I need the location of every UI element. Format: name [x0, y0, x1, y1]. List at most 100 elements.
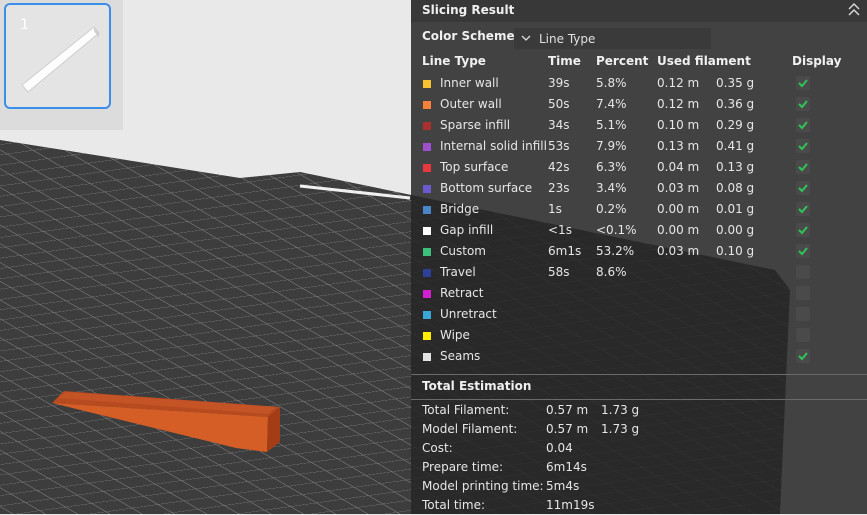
filament-length: 0.10 m: [657, 118, 700, 132]
filament-weight: 0.29 g: [716, 118, 755, 132]
divider: [411, 399, 867, 400]
percent-value: <0.1%: [596, 223, 637, 237]
display-checkbox[interactable]: [796, 349, 810, 363]
color-swatch: [423, 248, 431, 256]
display-checkbox[interactable]: [796, 265, 810, 279]
filament-length: 0.12 m: [657, 76, 700, 90]
checkmark-icon: [798, 100, 808, 109]
line-type-row[interactable]: Retract: [411, 283, 867, 304]
filament-length: 0.03 m: [657, 181, 700, 195]
color-swatch: [423, 332, 431, 340]
plate-thumbnail-model-icon: [21, 26, 100, 93]
line-type-row[interactable]: Wipe: [411, 325, 867, 346]
display-checkbox[interactable]: [796, 97, 810, 111]
checkmark-icon: [798, 247, 808, 256]
line-type-row[interactable]: Seams: [411, 346, 867, 367]
color-swatch: [423, 227, 431, 235]
line-type-name: Gap infill: [440, 223, 494, 237]
display-checkbox[interactable]: [796, 160, 810, 174]
color-scheme-select[interactable]: Line Type: [514, 28, 711, 49]
time-value: 58s: [548, 265, 570, 279]
color-swatch: [423, 269, 431, 277]
line-type-row[interactable]: Bottom surface 23s 3.4% 0.03 m 0.08 g: [411, 178, 867, 199]
estimation-extra: 1.73 g: [601, 403, 640, 417]
display-checkbox[interactable]: [796, 307, 810, 321]
checkmark-icon: [798, 352, 808, 361]
percent-value: 6.3%: [596, 160, 627, 174]
time-value: 34s: [548, 118, 570, 132]
filament-length: 0.13 m: [657, 139, 700, 153]
line-type-row[interactable]: Top surface 42s 6.3% 0.04 m 0.13 g: [411, 157, 867, 178]
color-swatch: [423, 353, 431, 361]
filament-weight: 0.01 g: [716, 202, 755, 216]
plate-thumbnail[interactable]: 1: [4, 3, 111, 109]
display-checkbox[interactable]: [796, 118, 810, 132]
estimation-label: Total Filament:: [422, 403, 510, 417]
display-checkbox[interactable]: [796, 223, 810, 237]
column-header-time: Time: [548, 54, 581, 68]
line-type-name: Outer wall: [440, 97, 502, 111]
time-value: 42s: [548, 160, 570, 174]
line-type-name: Retract: [440, 286, 484, 300]
time-value: <1s: [548, 223, 572, 237]
filament-weight: 0.36 g: [716, 97, 755, 111]
filament-weight: 0.35 g: [716, 76, 755, 90]
line-type-row[interactable]: Internal solid infill 53s 7.9% 0.13 m 0.41 g: [411, 136, 867, 157]
display-checkbox[interactable]: [796, 286, 810, 300]
color-swatch: [423, 143, 431, 151]
line-type-row[interactable]: Bridge 1s 0.2% 0.00 m 0.01 g: [411, 199, 867, 220]
display-checkbox[interactable]: [796, 328, 810, 342]
checkmark-icon: [798, 142, 808, 151]
estimation-row: Model printing time: 5m4s: [411, 477, 867, 496]
line-type-row[interactable]: Travel 58s 8.6%: [411, 262, 867, 283]
line-type-name: Internal solid infill: [440, 139, 547, 153]
filament-weight: 0.10 g: [716, 244, 755, 258]
line-type-name: Wipe: [440, 328, 470, 342]
time-value: 39s: [548, 76, 570, 90]
time-value: 23s: [548, 181, 570, 195]
estimation-extra: 1.73 g: [601, 422, 640, 436]
column-header-display: Display: [792, 54, 842, 68]
checkmark-icon: [798, 184, 808, 193]
line-type-row[interactable]: Outer wall 50s 7.4% 0.12 m 0.36 g: [411, 94, 867, 115]
time-value: 6m1s: [548, 244, 582, 258]
filament-length: 0.12 m: [657, 97, 700, 111]
line-type-row[interactable]: Sparse infill 34s 5.1% 0.10 m 0.29 g: [411, 115, 867, 136]
filament-weight: 0.13 g: [716, 160, 755, 174]
line-type-row[interactable]: Inner wall 39s 5.8% 0.12 m 0.35 g: [411, 73, 867, 94]
slicing-result-panel: Slicing Result Color Scheme Line Type Li…: [411, 0, 867, 514]
checkmark-icon: [798, 121, 808, 130]
display-checkbox[interactable]: [796, 244, 810, 258]
percent-value: 8.6%: [596, 265, 627, 279]
line-type-row[interactable]: Custom 6m1s 53.2% 0.03 m 0.10 g: [411, 241, 867, 262]
percent-value: 5.1%: [596, 118, 627, 132]
divider: [411, 374, 867, 375]
color-swatch: [423, 290, 431, 298]
display-checkbox[interactable]: [796, 202, 810, 216]
line-type-name: Sparse infill: [440, 118, 511, 132]
collapse-icon[interactable]: [847, 2, 861, 18]
display-checkbox[interactable]: [796, 139, 810, 153]
estimation-row: Total time: 11m19s: [411, 496, 867, 515]
percent-value: 3.4%: [596, 181, 627, 195]
filament-length: 0.00 m: [657, 223, 700, 237]
estimation-label: Model printing time:: [422, 479, 544, 493]
color-swatch: [423, 185, 431, 193]
display-checkbox[interactable]: [796, 181, 810, 195]
line-type-row[interactable]: Unretract: [411, 304, 867, 325]
time-value: 50s: [548, 97, 570, 111]
color-swatch: [423, 164, 431, 172]
estimation-value: 0.57 m: [546, 403, 589, 417]
time-value: 1s: [548, 202, 562, 216]
chevron-down-icon: [521, 35, 531, 41]
color-swatch: [423, 122, 431, 130]
color-swatch: [423, 101, 431, 109]
color-scheme-value: Line Type: [539, 32, 596, 46]
line-type-name: Bridge: [440, 202, 480, 216]
estimation-value: 11m19s: [546, 498, 595, 512]
panel-title: Slicing Result: [422, 3, 515, 17]
display-checkbox[interactable]: [796, 76, 810, 90]
line-type-row[interactable]: Gap infill <1s <0.1% 0.00 m 0.00 g: [411, 220, 867, 241]
filament-weight: 0.08 g: [716, 181, 755, 195]
estimation-row: Model Filament: 0.57 m 1.73 g: [411, 420, 867, 439]
